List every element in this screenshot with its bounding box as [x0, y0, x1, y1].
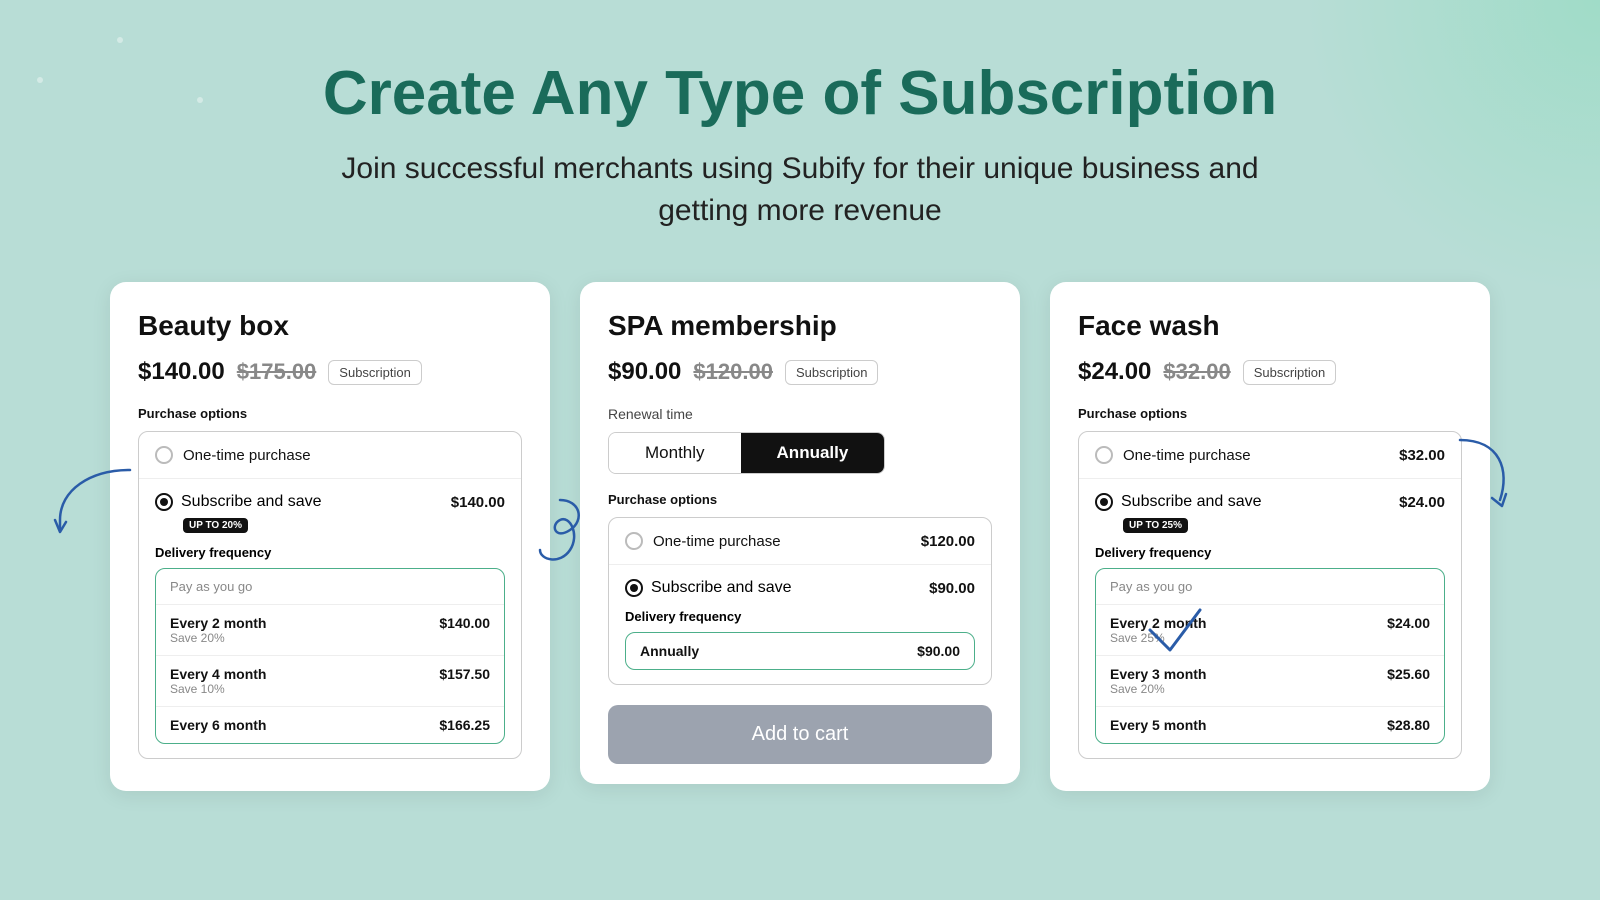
deco-loop: [530, 490, 590, 570]
option-price-subscribe-spa: $90.00: [929, 580, 975, 597]
card-title-beauty-box: Beauty box: [138, 310, 522, 342]
delivery-price-beauty-0: $140.00: [439, 615, 490, 645]
delivery-price-beauty-2: $166.25: [439, 717, 490, 733]
delivery-price-spa-0: $90.00: [917, 643, 960, 659]
delivery-options-spa: Annually $90.00: [625, 632, 975, 670]
delivery-save-beauty-1: Save 10%: [170, 682, 266, 696]
option-price-one-time-face-wash: $32.00: [1399, 447, 1445, 464]
add-to-cart-button-spa[interactable]: Add to cart: [608, 705, 992, 764]
purchase-options-label-spa: Purchase options: [608, 492, 992, 507]
radio-subscribe-spa: [625, 579, 643, 597]
delivery-name-face-wash-1: Every 3 month: [1110, 666, 1206, 682]
delivery-price-face-wash-2: $28.80: [1387, 717, 1430, 733]
delivery-name-face-wash-2: Every 5 month: [1110, 717, 1206, 733]
deco-arrow-right: [1440, 430, 1520, 520]
delivery-item-beauty-2[interactable]: Every 6 month $166.25: [156, 707, 504, 743]
delivery-save-beauty-0: Save 20%: [170, 631, 266, 645]
cards-container: Beauty box $140.00 $175.00 Subscription …: [80, 282, 1520, 791]
option-one-time-face-wash[interactable]: One-time purchase $32.00: [1079, 432, 1461, 479]
price-current-beauty-box: $140.00: [138, 358, 225, 386]
radio-one-time-beauty: [155, 446, 173, 464]
option-label-subscribe-spa: Subscribe and save: [651, 579, 792, 597]
page-title: Create Any Type of Subscription: [80, 60, 1520, 128]
price-original-face-wash: $32.00: [1163, 359, 1230, 385]
delivery-item-face-wash-1[interactable]: Every 3 month Save 20% $25.60: [1096, 656, 1444, 707]
options-container-beauty: One-time purchase Subscribe and save $14…: [138, 431, 522, 759]
header-section: Create Any Type of Subscription Join suc…: [80, 60, 1520, 232]
delivery-item-beauty-0[interactable]: Every 2 month Save 20% $140.00: [156, 605, 504, 656]
toggle-row-spa: Monthly Annually: [608, 432, 885, 474]
delivery-label-beauty: Delivery frequency: [155, 545, 505, 560]
option-label-subscribe-beauty: Subscribe and save: [181, 493, 322, 511]
up-to-badge-face-wash: UP To 25%: [1123, 518, 1188, 533]
badge-subscription-spa: Subscription: [785, 360, 879, 385]
deco-arrow-left: [50, 460, 140, 540]
toggle-monthly[interactable]: Monthly: [609, 433, 741, 473]
delivery-price-face-wash-0: $24.00: [1387, 615, 1430, 645]
radio-subscribe-beauty: [155, 493, 173, 511]
option-label-one-time-face-wash: One-time purchase: [1123, 447, 1251, 464]
delivery-label-spa: Delivery frequency: [625, 609, 975, 624]
card-title-face-wash: Face wash: [1078, 310, 1462, 342]
option-label-one-time-spa: One-time purchase: [653, 533, 781, 550]
delivery-header-beauty: Pay as you go: [156, 569, 504, 605]
price-original-beauty-box: $175.00: [237, 359, 317, 385]
delivery-price-beauty-1: $157.50: [439, 666, 490, 696]
card-face-wash: Face wash $24.00 $32.00 Subscription Pur…: [1050, 282, 1490, 791]
delivery-name-beauty-2: Every 6 month: [170, 717, 266, 733]
delivery-item-face-wash-2[interactable]: Every 5 month $28.80: [1096, 707, 1444, 743]
radio-subscribe-face-wash: [1095, 493, 1113, 511]
option-subscribe-spa[interactable]: Subscribe and save $90.00 Delivery frequ…: [609, 565, 991, 684]
card-beauty-box: Beauty box $140.00 $175.00 Subscription …: [110, 282, 550, 791]
price-row-beauty-box: $140.00 $175.00 Subscription: [138, 358, 522, 386]
delivery-options-beauty: Pay as you go Every 2 month Save 20% $14…: [155, 568, 505, 744]
card-title-spa: SPA membership: [608, 310, 992, 342]
purchase-options-label-face-wash: Purchase options: [1078, 406, 1462, 421]
delivery-label-face-wash: Delivery frequency: [1095, 545, 1445, 560]
option-one-time-beauty[interactable]: One-time purchase: [139, 432, 521, 479]
options-container-face-wash: One-time purchase $32.00 Subscribe and s…: [1078, 431, 1462, 759]
option-one-time-spa[interactable]: One-time purchase $120.00: [609, 518, 991, 565]
price-original-spa: $120.00: [693, 359, 773, 385]
price-current-face-wash: $24.00: [1078, 358, 1151, 386]
page-subtitle: Join successful merchants using Subify f…: [80, 148, 1520, 232]
option-price-subscribe-beauty: $140.00: [451, 494, 505, 511]
delivery-name-beauty-0: Every 2 month: [170, 615, 266, 631]
option-label-subscribe-face-wash: Subscribe and save: [1121, 493, 1262, 511]
delivery-name-spa-0: Annually: [640, 643, 699, 659]
card-spa-membership: SPA membership $90.00 $120.00 Subscripti…: [580, 282, 1020, 784]
price-row-spa: $90.00 $120.00 Subscription: [608, 358, 992, 386]
delivery-item-beauty-1[interactable]: Every 4 month Save 10% $157.50: [156, 656, 504, 707]
delivery-name-beauty-1: Every 4 month: [170, 666, 266, 682]
price-current-spa: $90.00: [608, 358, 681, 386]
delivery-save-face-wash-1: Save 20%: [1110, 682, 1206, 696]
radio-one-time-spa: [625, 532, 643, 550]
purchase-options-label-beauty: Purchase options: [138, 406, 522, 421]
option-subscribe-beauty[interactable]: Subscribe and save $140.00 UP To 20% Del…: [139, 479, 521, 758]
option-subscribe-face-wash[interactable]: Subscribe and save $24.00 UP To 25% Deli…: [1079, 479, 1461, 758]
radio-one-time-face-wash: [1095, 446, 1113, 464]
badge-subscription-face-wash: Subscription: [1243, 360, 1337, 385]
up-to-badge-beauty: UP To 20%: [183, 518, 248, 533]
delivery-item-spa-0[interactable]: Annually $90.00: [626, 633, 974, 669]
toggle-annually[interactable]: Annually: [741, 433, 885, 473]
badge-subscription-beauty-box: Subscription: [328, 360, 422, 385]
options-container-spa: One-time purchase $120.00 Subscribe and …: [608, 517, 992, 685]
renewal-label-spa: Renewal time: [608, 406, 992, 422]
option-price-one-time-spa: $120.00: [921, 533, 975, 550]
option-price-subscribe-face-wash: $24.00: [1399, 494, 1445, 511]
option-label-one-time-beauty: One-time purchase: [183, 447, 311, 464]
price-row-face-wash: $24.00 $32.00 Subscription: [1078, 358, 1462, 386]
deco-check: [1140, 600, 1210, 660]
delivery-price-face-wash-1: $25.60: [1387, 666, 1430, 696]
